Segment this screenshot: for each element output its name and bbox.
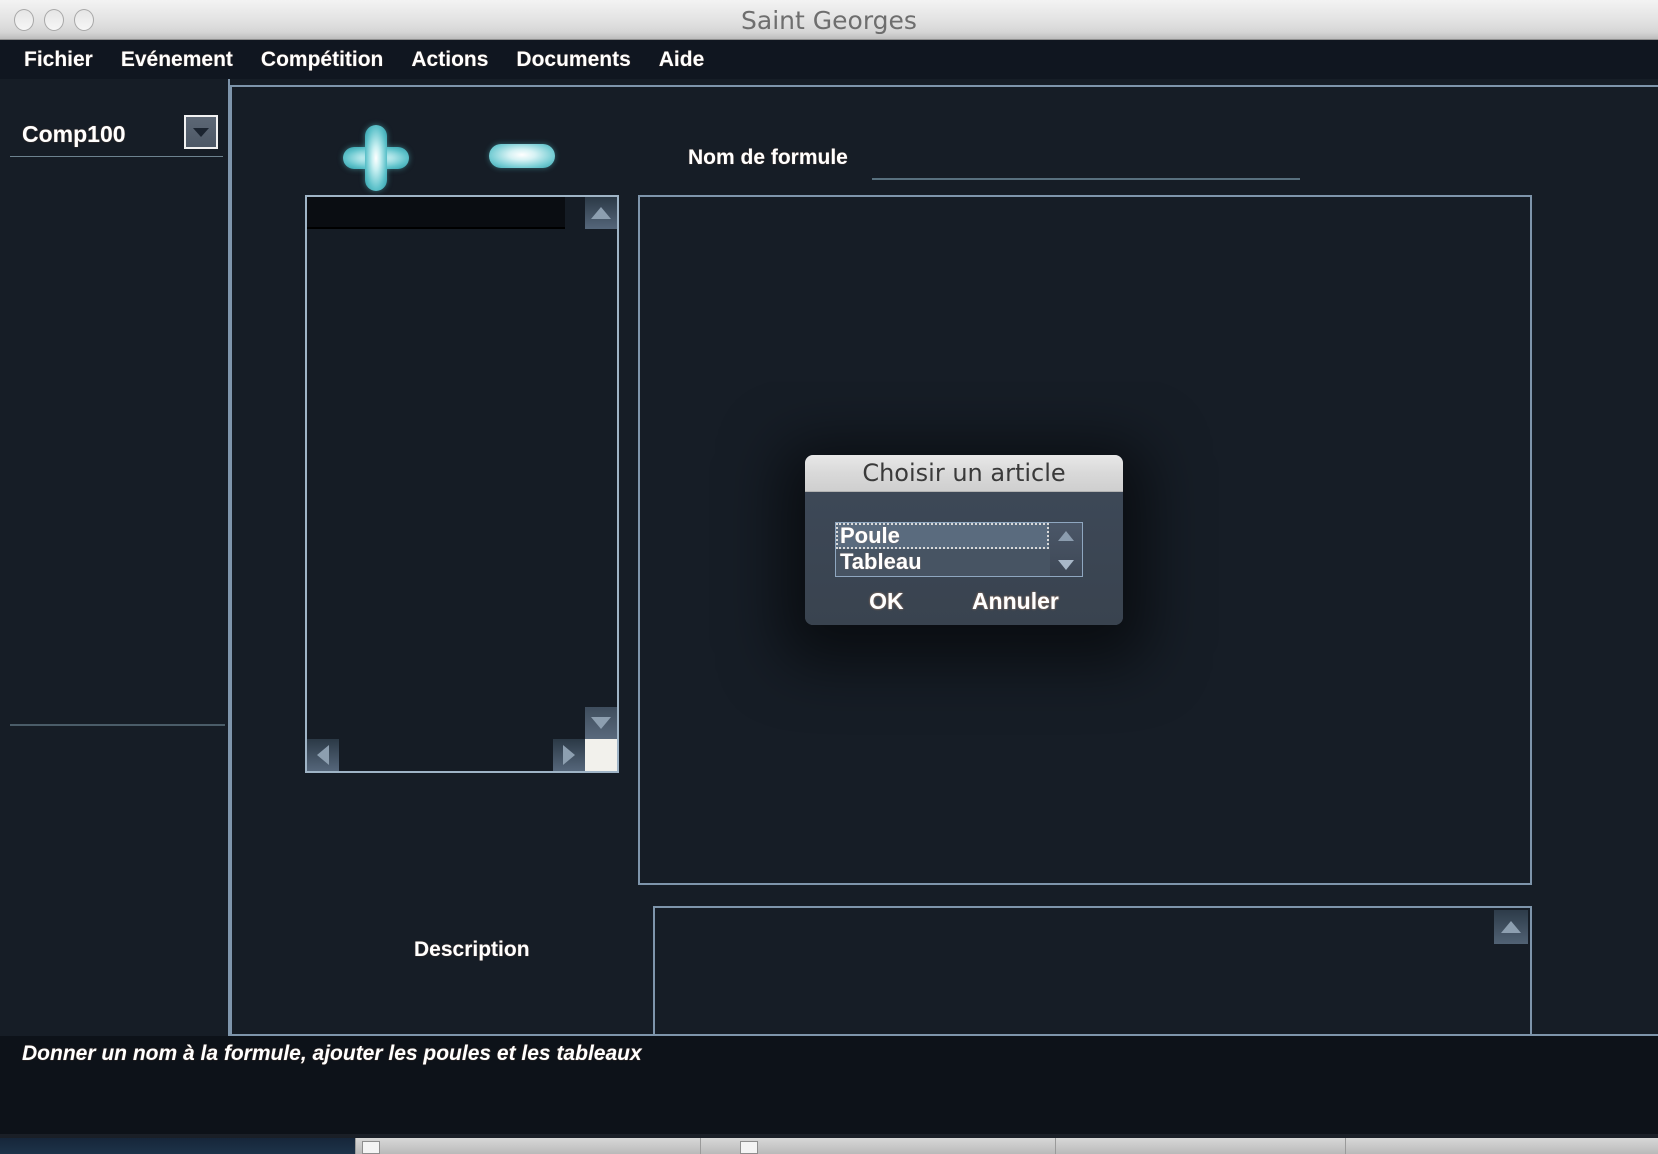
scrollbar-corner <box>585 739 617 771</box>
add-item-button[interactable] <box>343 125 409 191</box>
menu-item-documents[interactable]: Documents <box>502 48 644 72</box>
menu-item-actions[interactable]: Actions <box>397 48 502 72</box>
sidebar-divider <box>10 724 225 726</box>
arrow-down-icon <box>591 717 611 729</box>
dock-strip <box>0 1134 1658 1154</box>
menu-item-evenement[interactable]: Evénement <box>107 48 247 72</box>
formula-list-content[interactable] <box>307 231 565 737</box>
article-option-tableau[interactable]: Tableau <box>836 549 1082 575</box>
chevron-down-icon[interactable] <box>184 115 218 149</box>
plus-icon-vertical <box>365 125 387 191</box>
description-textarea[interactable] <box>653 906 1532 1036</box>
arrow-up-icon <box>591 207 611 219</box>
formula-list-horizontal-scrollbar[interactable] <box>307 739 585 771</box>
menu-item-aide[interactable]: Aide <box>645 48 719 72</box>
dock-window-tile-4[interactable] <box>1345 1138 1658 1154</box>
window-title-bar: Saint Georges <box>0 0 1658 40</box>
remove-item-button[interactable] <box>489 144 555 168</box>
menu-item-fichier[interactable]: Fichier <box>10 48 107 72</box>
formula-list-header <box>307 197 565 229</box>
scroll-up-button[interactable] <box>585 197 617 229</box>
choose-article-dialog[interactable]: Choisir un article Poule Tableau OK Annu… <box>805 455 1123 625</box>
dialog-title-bar: Choisir un article <box>805 455 1123 492</box>
cancel-button[interactable]: Annuler <box>972 588 1059 615</box>
arrow-right-icon <box>563 745 575 765</box>
ok-button[interactable]: OK <box>869 588 904 615</box>
arrow-up-icon[interactable] <box>1058 531 1074 541</box>
scroll-left-button[interactable] <box>307 739 339 771</box>
description-label: Description <box>414 938 530 961</box>
competition-select[interactable]: Comp100 <box>10 113 223 157</box>
formula-list-vertical-scrollbar[interactable] <box>585 197 617 739</box>
menu-item-competition[interactable]: Compétition <box>247 48 397 72</box>
status-message: Donner un nom à la formule, ajouter les … <box>22 1042 642 1065</box>
arrow-left-icon <box>317 745 329 765</box>
menu-bar: Fichier Evénement Compétition Actions Do… <box>0 40 1658 79</box>
arrow-up-icon <box>1501 921 1521 933</box>
scroll-right-button[interactable] <box>553 739 585 771</box>
window-title: Saint Georges <box>741 6 917 35</box>
formula-list[interactable] <box>305 195 619 773</box>
sidebar: Comp100 <box>0 79 230 1036</box>
article-list-scrollbar[interactable] <box>1050 523 1082 576</box>
description-scroll-up-button[interactable] <box>1494 910 1528 944</box>
formula-name-label: Nom de formule <box>688 146 848 169</box>
dialog-buttons: OK Annuler <box>805 588 1123 615</box>
dock-desktop-tile <box>0 1138 355 1154</box>
formula-name-input[interactable] <box>872 178 1300 180</box>
document-icon <box>362 1141 380 1154</box>
dialog-body: Poule Tableau OK Annuler <box>805 492 1123 625</box>
competition-select-value: Comp100 <box>22 121 126 147</box>
dialog-title: Choisir un article <box>862 459 1066 487</box>
article-option-list[interactable]: Poule Tableau <box>835 522 1083 577</box>
document-icon <box>740 1141 758 1154</box>
dock-window-tile-1[interactable] <box>355 1138 700 1154</box>
article-option-poule[interactable]: Poule <box>836 523 1049 549</box>
application-window: Saint Georges Fichier Evénement Compétit… <box>0 0 1658 1154</box>
status-bar: Donner un nom à la formule, ajouter les … <box>0 1036 1658 1134</box>
dock-window-tile-3[interactable] <box>1055 1138 1345 1154</box>
scroll-down-button[interactable] <box>585 707 617 739</box>
arrow-down-icon[interactable] <box>1058 560 1074 570</box>
